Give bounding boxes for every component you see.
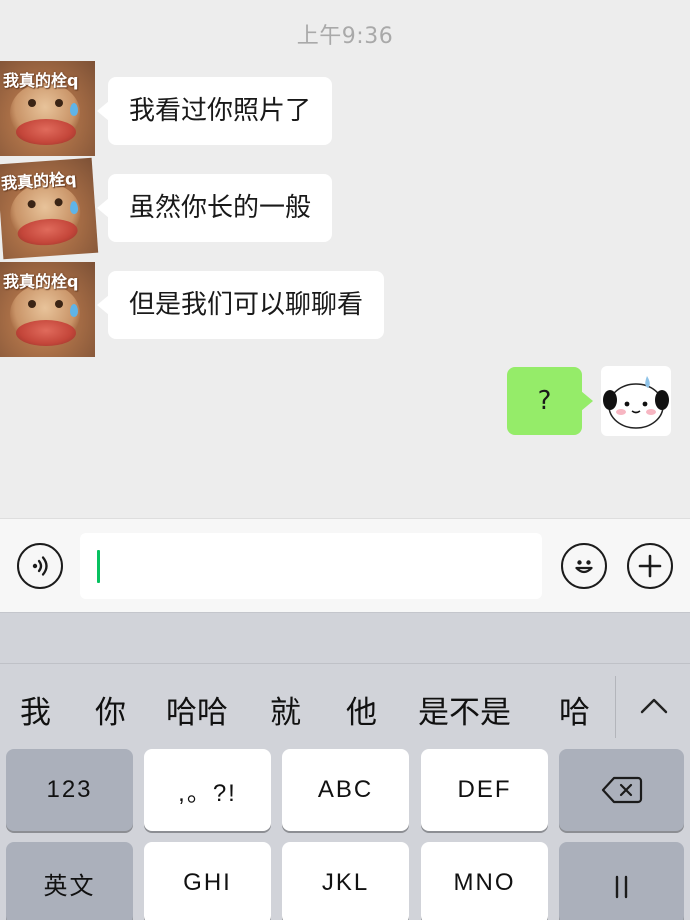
emoji-button[interactable] xyxy=(561,543,607,589)
candidate-word[interactable]: 我 xyxy=(20,687,51,732)
def-key[interactable]: DEF xyxy=(421,749,548,831)
avatar-caption: 我真的栓q xyxy=(3,272,79,291)
plus-icon xyxy=(638,554,662,578)
candidate-word[interactable]: 哈 xyxy=(559,687,590,732)
emoji-icon xyxy=(575,560,593,574)
my-avatar[interactable] xyxy=(601,366,671,436)
jkl-key[interactable]: JKL xyxy=(282,842,409,920)
expand-candidates-button[interactable] xyxy=(632,687,676,731)
delete-key[interactable] xyxy=(559,749,684,831)
candidate-word[interactable]: 你 xyxy=(95,687,126,732)
mno-key[interactable]: MNO xyxy=(421,842,548,920)
numbers-key[interactable]: 123 xyxy=(6,749,133,831)
incoming-message-bubble[interactable]: 虽然你长的一般 xyxy=(96,174,333,242)
separator-tick-icon xyxy=(615,875,627,899)
incoming-message-bubble[interactable]: 我看过你照片了 xyxy=(96,77,333,145)
contact-avatar[interactable]: 我真的栓q xyxy=(0,157,99,260)
candidate-separator xyxy=(615,676,616,738)
ime-keyboard: 我 你 哈哈 就 他 是不是 哈 123 ,。?! ABC DEF 英文 GHI xyxy=(0,612,690,920)
tear-drop-icon xyxy=(70,304,78,317)
ghi-key[interactable]: GHI xyxy=(144,842,271,920)
incoming-message-bubble[interactable]: 但是我们可以聊聊看 xyxy=(96,271,385,339)
english-mode-key[interactable]: 英文 xyxy=(6,842,133,920)
wechat-chat-screen: 上午9:36 我真的栓q 我看过你照片了 我真的栓q 虽然你长的一般 我真的栓q… xyxy=(0,0,690,920)
contact-avatar[interactable]: 我真的栓q xyxy=(0,262,95,357)
chat-history[interactable]: 上午9:36 我真的栓q 我看过你照片了 我真的栓q 虽然你长的一般 我真的栓q… xyxy=(0,0,690,518)
separator-key[interactable] xyxy=(559,842,684,920)
candidate-word[interactable]: 是不是 xyxy=(418,687,511,732)
more-actions-button[interactable] xyxy=(627,543,673,589)
tear-drop-icon xyxy=(70,103,78,116)
candidate-divider xyxy=(0,663,690,664)
avatar-caption: 我真的栓q xyxy=(3,71,79,90)
outgoing-message-bubble[interactable]: ? xyxy=(507,367,593,435)
chevron-up-icon xyxy=(640,698,668,714)
text-caret xyxy=(97,550,100,583)
backspace-icon xyxy=(601,776,642,804)
voice-icon xyxy=(32,556,48,576)
abc-key[interactable]: ABC xyxy=(282,749,409,831)
message-timestamp: 上午9:36 xyxy=(296,24,394,49)
voice-button[interactable] xyxy=(17,543,63,589)
message-text-field[interactable] xyxy=(80,533,542,599)
candidate-word[interactable]: 哈哈 xyxy=(166,687,228,732)
candidate-word[interactable]: 就 xyxy=(270,687,301,732)
candidate-bar: 我 你 哈哈 就 他 是不是 哈 xyxy=(0,612,690,747)
contact-avatar[interactable]: 我真的栓q xyxy=(0,61,95,156)
message-input-bar xyxy=(0,518,690,612)
candidate-word[interactable]: 他 xyxy=(346,687,377,732)
punctuation-key[interactable]: ,。?! xyxy=(144,749,271,831)
puppy-avatar-icon xyxy=(603,376,669,429)
